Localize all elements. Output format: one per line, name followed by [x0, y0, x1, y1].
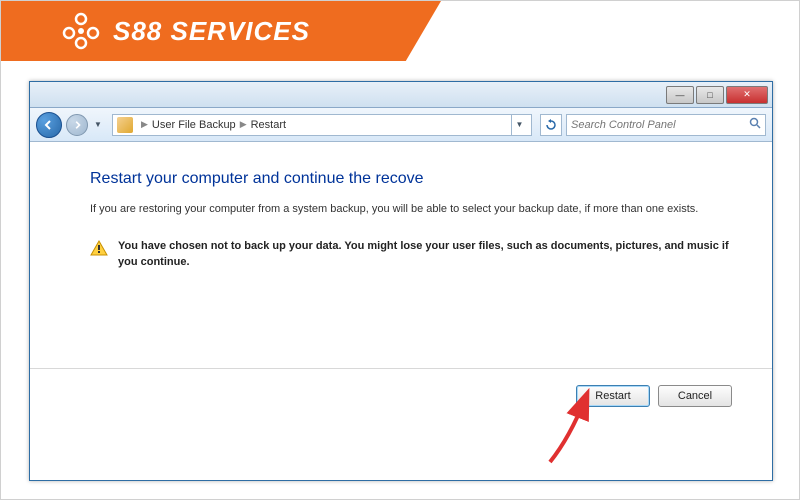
cancel-button[interactable]: Cancel: [658, 385, 732, 407]
page-frame: S88 SERVICES — □ ✕ ▼ ▶ User File Backup …: [0, 0, 800, 500]
nav-history-dropdown[interactable]: ▼: [92, 114, 104, 136]
navigation-bar: ▼ ▶ User File Backup ▶ Restart ▼: [30, 108, 772, 142]
warning-icon: [90, 240, 108, 256]
content-area: Restart your computer and continue the r…: [30, 142, 772, 368]
maximize-button[interactable]: □: [696, 86, 724, 104]
close-button[interactable]: ✕: [726, 86, 768, 104]
search-icon: [749, 117, 761, 132]
window-titlebar: — □ ✕: [30, 82, 772, 108]
brand-banner: S88 SERVICES: [1, 1, 441, 61]
refresh-button[interactable]: [540, 114, 562, 136]
restart-button[interactable]: Restart: [576, 385, 650, 407]
button-row: Restart Cancel: [30, 369, 772, 423]
chevron-right-icon: ▶: [141, 119, 148, 130]
brand-logo-icon: [61, 11, 101, 51]
back-button[interactable]: [36, 112, 62, 138]
breadcrumb-item-restart[interactable]: Restart: [251, 119, 286, 131]
body-text: If you are restoring your computer from …: [90, 202, 732, 217]
forward-button[interactable]: [66, 114, 88, 136]
breadcrumb-item-backup[interactable]: User File Backup: [152, 119, 236, 131]
search-box[interactable]: [566, 114, 766, 136]
warning-row: You have chosen not to back up your data…: [90, 239, 732, 270]
breadcrumb-dropdown[interactable]: ▼: [511, 114, 527, 136]
search-input[interactable]: [571, 119, 749, 131]
brand-name: S88 SERVICES: [113, 16, 310, 47]
minimize-button[interactable]: —: [666, 86, 694, 104]
page-heading: Restart your computer and continue the r…: [90, 170, 732, 188]
dialog-window: — □ ✕ ▼ ▶ User File Backup ▶ Restart ▼: [29, 81, 773, 481]
breadcrumb[interactable]: ▶ User File Backup ▶ Restart ▼: [112, 114, 532, 136]
warning-text: You have chosen not to back up your data…: [118, 239, 732, 270]
chevron-right-icon: ▶: [240, 119, 247, 130]
folder-icon: [117, 117, 133, 133]
